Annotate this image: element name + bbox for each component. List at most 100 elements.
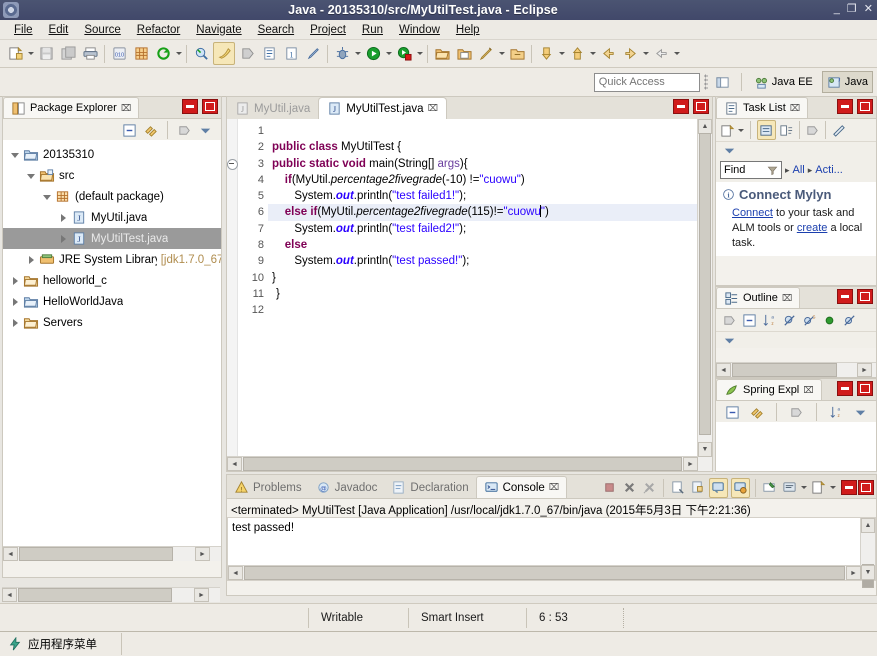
scroll-left-arrow-icon[interactable]: ◄ [228, 566, 243, 580]
annotation-icon[interactable] [303, 43, 323, 64]
synchronize-changed-icon[interactable] [831, 123, 846, 138]
console-vscrollbar[interactable]: ▲ ▼ [860, 518, 875, 588]
tree-item-default-package[interactable]: (default package) [3, 186, 221, 207]
taskbar-menu-label[interactable]: 应用程序菜单 [28, 636, 97, 652]
expand-arrow-icon[interactable] [25, 170, 37, 182]
save-icon[interactable] [36, 43, 56, 64]
hide-fields-icon[interactable] [782, 313, 797, 328]
tab-problems[interactable]: ! Problems [227, 477, 309, 498]
next-caret[interactable] [557, 43, 566, 64]
prev-caret[interactable] [588, 43, 597, 64]
tree-item-myutiltest-java[interactable]: J MyUtilTest.java [3, 228, 221, 249]
menu-navigate[interactable]: Navigate [188, 23, 249, 37]
open-perspective-icon[interactable] [713, 72, 733, 93]
view-menu-icon[interactable] [198, 123, 213, 138]
show-console-on-output-icon[interactable] [731, 477, 750, 498]
menu-edit[interactable]: Edit [41, 23, 77, 37]
build-all-icon[interactable]: 010 [109, 43, 129, 64]
refresh-icon[interactable] [153, 43, 173, 64]
view-menu-icon[interactable] [722, 333, 737, 348]
menu-help[interactable]: Help [448, 23, 488, 37]
menu-window[interactable]: Window [391, 23, 448, 37]
editor-tab-myutiltest[interactable]: J MyUtilTest.java ⌧ [318, 97, 447, 120]
open-resource-icon[interactable] [432, 43, 452, 64]
spring-explorer-body[interactable] [716, 422, 876, 471]
display-selected-console-icon[interactable] [781, 479, 798, 497]
menu-run[interactable]: Run [354, 23, 391, 37]
expand-arrow-icon[interactable] [9, 317, 21, 329]
expand-arrow-icon[interactable] [25, 254, 37, 266]
remove-all-terminated-icon[interactable] [641, 479, 658, 497]
maximize-view-button[interactable] [857, 289, 873, 304]
link-with-editor-icon[interactable] [143, 123, 158, 138]
maximize-view-button[interactable] [202, 99, 218, 114]
next-annotation-icon[interactable] [536, 43, 556, 64]
outline-hscrollbar[interactable]: ◄ ► [716, 362, 876, 377]
open-folder-icon[interactable] [454, 43, 474, 64]
hscroll-thumb[interactable] [244, 566, 845, 580]
close-icon[interactable]: ⌧ [549, 482, 559, 493]
minimize-view-button[interactable] [837, 381, 853, 396]
run-caret[interactable] [384, 43, 393, 64]
focus-on-workweek-icon[interactable] [805, 123, 820, 138]
minimize-editor-button[interactable] [673, 99, 689, 114]
new-wizard-icon[interactable] [5, 43, 25, 64]
find-input[interactable]: Find [720, 161, 782, 179]
scroll-right-arrow-icon[interactable]: ► [857, 363, 872, 377]
scroll-down-arrow-icon[interactable]: ▼ [861, 565, 875, 580]
scroll-right-arrow-icon[interactable]: ► [194, 588, 209, 602]
new-task-caret[interactable] [737, 120, 745, 141]
perspective-java[interactable]: J Java [821, 71, 873, 93]
scroll-left-arrow-icon[interactable]: ◄ [227, 457, 242, 471]
external-tools-caret[interactable] [415, 43, 424, 64]
tab-declaration[interactable]: Declaration [384, 477, 475, 498]
close-icon[interactable]: ⌧ [803, 385, 813, 396]
package-explorer-tree-body[interactable]: 20135310 src (default package) J MyUtil.… [3, 140, 221, 561]
console-hscrollbar[interactable]: ◄ ► [228, 565, 861, 580]
scroll-up-arrow-icon[interactable]: ▲ [861, 518, 875, 533]
minimize-button[interactable]: _ [834, 2, 840, 16]
focus-on-active-task-icon[interactable] [722, 313, 737, 328]
open-console-icon[interactable] [810, 479, 827, 497]
new-task-icon[interactable] [720, 123, 735, 138]
debug-icon[interactable] [332, 43, 352, 64]
scroll-right-arrow-icon[interactable]: ► [846, 566, 861, 580]
expand-arrow-icon[interactable] [9, 149, 21, 161]
clear-console-icon[interactable] [669, 479, 686, 497]
open-console-caret[interactable] [829, 477, 837, 498]
scroll-left-arrow-icon[interactable]: ◄ [3, 547, 18, 561]
nav-caret[interactable] [641, 43, 650, 64]
focus-on-active-task-icon[interactable] [177, 123, 192, 138]
toggle-mark-occurrences-icon[interactable] [213, 42, 235, 65]
new-java-interface-icon[interactable]: 1 [281, 43, 301, 64]
collapse-all-icon[interactable] [742, 313, 757, 328]
hscroll-thumb[interactable] [732, 363, 837, 377]
minimize-console-button[interactable] [841, 480, 857, 495]
toolbar-drag-handle[interactable] [703, 74, 708, 90]
filter-active[interactable]: Acti... [815, 164, 843, 176]
last-edit-icon[interactable] [651, 43, 671, 64]
lastedit-caret[interactable] [672, 43, 681, 64]
display-console-caret[interactable] [800, 477, 808, 498]
tab-outline[interactable]: Outline ⌧ [716, 287, 801, 308]
menu-refactor[interactable]: Refactor [129, 23, 188, 37]
code-editor[interactable]: 1 2 3 4 5 6 7 8 9 10 11 12 public class … [227, 119, 712, 471]
left-panel-hscrollbar[interactable]: ◄ ► [2, 587, 220, 602]
create-link[interactable]: create [797, 222, 828, 234]
menu-search[interactable]: Search [250, 23, 302, 37]
expand-arrow-icon[interactable] [57, 212, 69, 224]
forward-icon[interactable] [620, 43, 640, 64]
close-icon[interactable]: ⌧ [121, 103, 131, 114]
maximize-console-button[interactable] [858, 480, 874, 495]
tab-spring-explorer[interactable]: Spring Expl ⌧ [716, 379, 822, 400]
tree-item-jre-system-library[interactable]: JRE System Library [jdk1.7.0_67 [3, 249, 221, 270]
save-all-icon[interactable] [58, 43, 78, 64]
collapse-marker-icon[interactable] [227, 158, 238, 170]
scroll-lock-icon[interactable] [709, 477, 728, 498]
run-icon[interactable] [363, 43, 383, 64]
tab-package-explorer[interactable]: Package Explorer ⌧ [3, 97, 140, 118]
editor-tab-myutil[interactable]: J MyUtil.java [227, 98, 318, 119]
filter-all[interactable]: All [793, 164, 805, 176]
minimize-view-button[interactable] [837, 99, 853, 114]
scheduled-presentation-icon[interactable] [779, 123, 794, 138]
